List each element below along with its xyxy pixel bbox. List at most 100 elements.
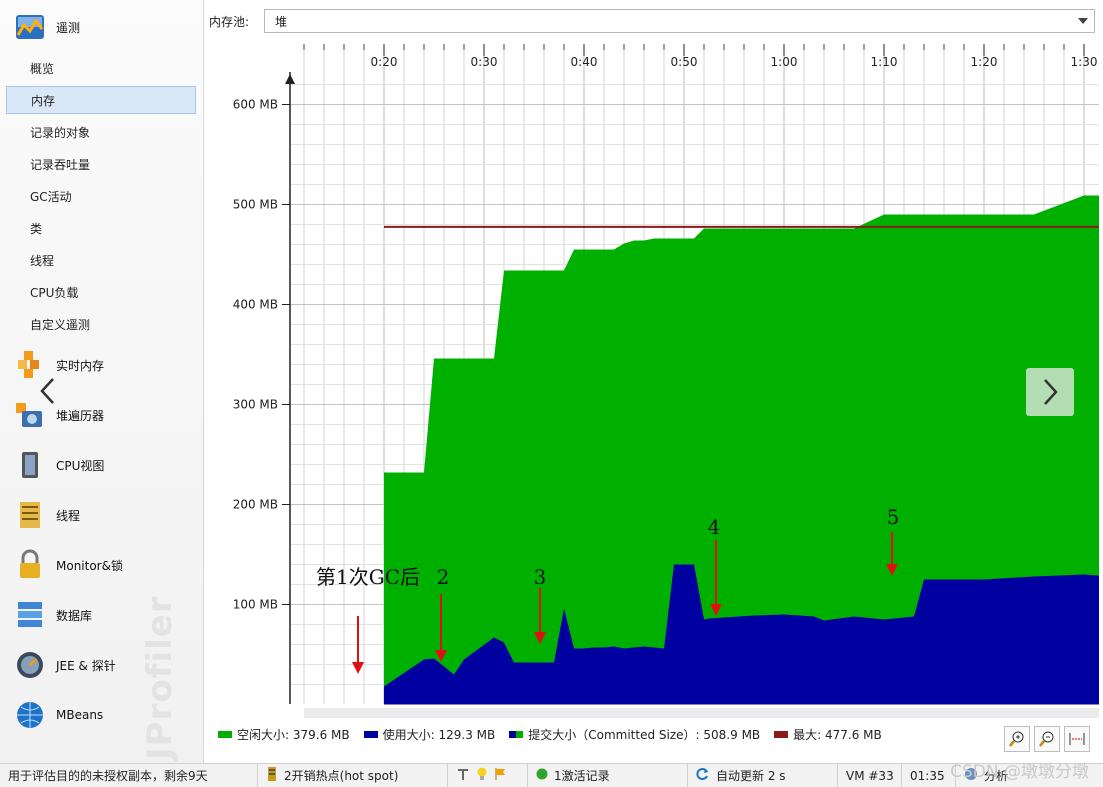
sidebar-section-3[interactable]: 线程 [14, 498, 80, 532]
legend-swatch-committed [509, 731, 524, 738]
zoom-out-button[interactable] [1034, 726, 1060, 752]
license-text: 用于评估目的的未授权副本，剩余9天 [8, 769, 208, 783]
sidebar-item-8[interactable]: 自定义遥测 [6, 310, 196, 338]
y-axis-arrow [285, 74, 295, 84]
hotspots-text: 2开销热点(hot spot) [284, 769, 399, 783]
globe-icon [14, 699, 46, 731]
legend-label: 使用大小: 129.3 MB [382, 728, 496, 742]
sidebar-item-5[interactable]: 类 [6, 214, 196, 242]
x-tick-label: 0:40 [571, 55, 598, 69]
sidebar-item-0[interactable]: 概览 [6, 54, 196, 82]
sidebar-item-7[interactable]: CPU负载 [6, 278, 196, 306]
sidebar: 遥测 概览内存记录的对象记录吞吐量 GC活动类线程 CPU负载自定义遥测 实时内存堆… [0, 0, 204, 763]
annotation-label: 2 [437, 565, 450, 589]
sidebar-section-label: 数据库 [56, 608, 93, 623]
fit-width-icon [1069, 733, 1085, 745]
legend-swatch-used [363, 731, 378, 738]
annotation-label: 5 [887, 505, 900, 529]
license-status: 用于评估目的的未授权副本，剩余9天 [0, 764, 258, 787]
y-tick-label: 100 MB [233, 598, 278, 612]
y-tick-label: 400 MB [233, 298, 278, 312]
memory-pool-select[interactable]: 堆 [264, 9, 1095, 33]
status-tools [448, 764, 528, 787]
previous-arrow-icon[interactable] [36, 376, 60, 406]
sidebar-section-label: CPU视图 [56, 458, 105, 473]
annotation-label: 4 [708, 515, 721, 539]
y-tick-label: 200 MB [233, 498, 278, 512]
hotspots-status[interactable]: 2开销热点(hot spot) [258, 764, 448, 787]
recordings-status[interactable]: 1激活记录 [528, 764, 688, 787]
sidebar-item-4[interactable]: GC活动 [6, 182, 196, 210]
chevron-down-icon [1078, 18, 1088, 24]
y-tick-label: 500 MB [233, 198, 278, 212]
sidebar-section-label: Monitor&锁 [56, 558, 123, 573]
chart-scrollbar[interactable] [304, 708, 1099, 718]
sidebar-item-6[interactable]: 线程 [6, 246, 196, 274]
vm-text: VM #33 [846, 768, 894, 783]
legend-label: 空闲大小: 379.6 MB [237, 728, 350, 742]
zoom-in-button[interactable] [1004, 726, 1030, 752]
y-tick-label: 600 MB [233, 98, 278, 112]
next-arrow-button[interactable] [1026, 368, 1074, 416]
sidebar-item-3[interactable]: 记录吞吐量 [6, 150, 196, 178]
memory-chart: 0:20 0:30 0:40 0:50 1:00 1:10 1:20 1:30 100 MB 20… [233, 44, 1099, 705]
sidebar-section-7[interactable]: MBeans [14, 698, 103, 732]
lock-icon [14, 549, 46, 581]
x-tick-label: 0:20 [371, 55, 398, 69]
time-status: 01:35 [902, 764, 956, 787]
zoom-out-icon [1039, 731, 1054, 747]
auto-update-status[interactable]: 自动更新 2 s [688, 764, 838, 787]
x-tick-label: 0:30 [471, 55, 498, 69]
x-tick-label: 1:20 [971, 55, 998, 69]
x-tick-label: 1:00 [771, 55, 798, 69]
x-tick-label: 1:30 [1071, 55, 1098, 69]
status-bar: 用于评估目的的未授权副本，剩余9天 2开销热点(hot spot) 1激活记录 … [0, 763, 1103, 787]
annotation-arrowhead [352, 662, 364, 674]
sidebar-section-label: 堆遍历器 [56, 408, 105, 423]
sidebar-section-telemetry[interactable]: 遥测 [14, 10, 80, 44]
fit-width-button[interactable] [1064, 726, 1090, 752]
sidebar-section-2[interactable]: CPU视图 [14, 448, 104, 482]
annotation-label: 第1次GC后 [316, 565, 420, 589]
jprofiler-watermark: JProfiler [140, 595, 180, 760]
sidebar-section-label: JEE & 探针 [56, 658, 116, 673]
threads-icon [14, 499, 46, 531]
vm-status: VM #33 [838, 764, 902, 787]
legend-swatch-max [774, 731, 789, 738]
recording-active-icon [536, 768, 548, 783]
zoom-toolbar [1004, 726, 1090, 752]
legend-committed: 提交大小（Committed Size）: 508.9 MB [509, 726, 760, 743]
sidebar-section-label: 遥测 [56, 20, 81, 35]
sidebar-item-2[interactable]: 记录的对象 [6, 118, 196, 146]
sidebar-section-4[interactable]: Monitor&锁 [14, 548, 123, 582]
auto-update-text: 自动更新 2 s [716, 769, 786, 783]
recordings-text: 1激活记录 [554, 769, 610, 783]
sidebar-item-1[interactable]: 内存 [6, 86, 196, 114]
annotation-label: 3 [534, 565, 547, 589]
memory-pool-value: 堆 [275, 14, 288, 29]
sidebar-section-label: 实时内存 [56, 358, 105, 373]
hotspot-icon [266, 766, 278, 785]
chart-legend: 空闲大小: 379.6 MB 使用大小: 129.3 MB 提交大小（Commi… [218, 726, 882, 743]
legend-max: 最大: 477.6 MB [774, 726, 882, 743]
cpu-view-icon [14, 449, 46, 481]
memory-pool-label: 内存池: [209, 15, 250, 29]
flag-icon[interactable] [494, 767, 506, 784]
y-tick-label: 300 MB [233, 398, 278, 412]
time-text: 01:35 [910, 768, 945, 783]
legend-used: 使用大小: 129.3 MB [363, 726, 496, 743]
sidebar-section-label: MBeans [56, 708, 104, 722]
lightbulb-icon[interactable] [476, 767, 488, 784]
sidebar-section-5[interactable]: 数据库 [14, 598, 92, 632]
telemetry-icon [14, 11, 46, 43]
legend-label: 提交大小（Committed Size）: 508.9 MB [528, 728, 761, 742]
x-tick-label: 0:50 [671, 55, 698, 69]
pin-icon[interactable] [456, 767, 470, 784]
zoom-in-icon [1009, 731, 1024, 747]
x-tick-label: 1:10 [871, 55, 898, 69]
legend-free: 空闲大小: 379.6 MB [218, 726, 350, 743]
legend-swatch-free [218, 731, 232, 738]
sidebar-section-6[interactable]: JEE & 探针 [14, 648, 116, 682]
sidebar-section-label: 线程 [56, 508, 81, 523]
chevron-right-icon [1044, 379, 1058, 405]
